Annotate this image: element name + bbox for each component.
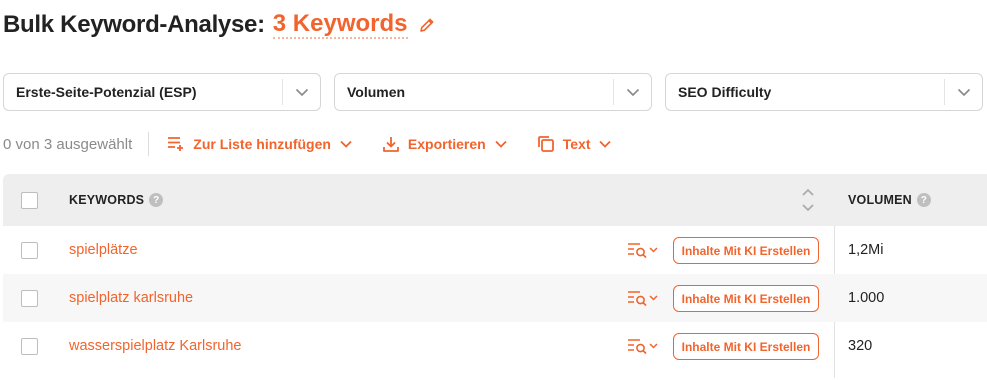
column-keywords-label: KEYWORDS (69, 193, 145, 207)
keyword-link[interactable]: spielplatz karlsruhe (69, 290, 193, 306)
chevron-down-icon (340, 140, 352, 148)
pencil-icon[interactable] (418, 16, 436, 34)
column-header-volume[interactable]: VOLUMEN ? (848, 193, 931, 207)
column-volume-label: VOLUMEN (848, 193, 912, 207)
filter-seo-difficulty-label: SEO Difficulty (678, 84, 772, 100)
text-button[interactable]: Text (537, 135, 612, 153)
export-label: Exportieren (407, 136, 486, 152)
chevron-down-icon (282, 79, 320, 105)
selection-count: 0 von 3 ausgewählt (3, 135, 133, 153)
filter-seo-difficulty-select[interactable]: SEO Difficulty (665, 73, 983, 111)
sort-icon[interactable] (801, 186, 815, 214)
filter-bar: Erste-Seite-Potenzial (ESP) Volumen SEO … (3, 73, 983, 111)
export-button[interactable]: Exportieren (382, 135, 507, 153)
bulk-toolbar: 0 von 3 ausgewählt Zur Liste hinzufügen … (3, 131, 641, 157)
create-ai-content-button[interactable]: Inhalte Mit KI Erstellen (673, 333, 819, 360)
list-add-icon (168, 137, 184, 151)
chevron-down-icon (613, 79, 651, 105)
serp-search-icon[interactable] (626, 289, 660, 307)
add-to-list-label: Zur Liste hinzufügen (193, 136, 331, 152)
volume-value: 320 (848, 338, 873, 354)
row-check-cell (3, 337, 55, 355)
chevron-down-icon (944, 79, 982, 105)
download-icon (383, 137, 399, 152)
filter-volume-label: Volumen (347, 84, 406, 100)
help-icon[interactable]: ? (149, 193, 164, 207)
serp-search-icon[interactable] (626, 337, 660, 355)
filter-esp-select[interactable]: Erste-Seite-Potenzial (ESP) (3, 73, 321, 111)
create-ai-content-button[interactable]: Inhalte Mit KI Erstellen (673, 237, 819, 264)
keyword-link[interactable]: wasserspielplatz Karlsruhe (69, 338, 241, 354)
table-row: wasserspielplatz Karlsruhe Inhalte Mit K… (3, 322, 987, 370)
table-header: KEYWORDS ? VOLUMEN ? (3, 174, 987, 226)
keyword-link[interactable]: spielplätze (69, 242, 138, 258)
row-check-cell (3, 241, 55, 259)
volume-value: 1,2Mi (848, 242, 884, 258)
filter-esp-label: Erste-Seite-Potenzial (ESP) (16, 84, 197, 100)
row-check-cell (3, 289, 55, 307)
chevron-down-icon (599, 140, 612, 148)
row-checkbox[interactable] (20, 241, 38, 259)
toolbar-divider (148, 132, 150, 156)
row-checkbox[interactable] (20, 289, 38, 307)
keyword-count-link[interactable]: 3 Keywords (272, 11, 408, 39)
page-title: Bulk Keyword-Analyse: (3, 11, 265, 38)
keyword-table: KEYWORDS ? VOLUMEN ? spielplätze Inhalte… (3, 174, 987, 378)
copy-icon (537, 136, 554, 152)
column-header-keywords: KEYWORDS ? (69, 193, 164, 207)
table-row: spielplätze Inhalte Mit KI Erstellen 1,2… (3, 226, 987, 274)
select-all-cell (3, 191, 55, 209)
page-header: Bulk Keyword-Analyse: 3 Keywords (3, 10, 436, 40)
filter-volume-select[interactable]: Volumen (334, 73, 652, 111)
table-row: spielplatz karlsruhe Inhalte Mit KI Erst… (3, 274, 987, 322)
text-label: Text (562, 136, 591, 152)
chevron-down-icon (495, 140, 507, 148)
create-ai-content-button[interactable]: Inhalte Mit KI Erstellen (673, 285, 819, 312)
select-all-checkbox[interactable] (20, 191, 38, 209)
add-to-list-button[interactable]: Zur Liste hinzufügen (167, 136, 352, 152)
serp-search-icon[interactable] (626, 241, 660, 259)
volume-value: 1.000 (848, 290, 885, 306)
row-checkbox[interactable] (20, 337, 38, 355)
help-icon[interactable]: ? (916, 193, 931, 207)
